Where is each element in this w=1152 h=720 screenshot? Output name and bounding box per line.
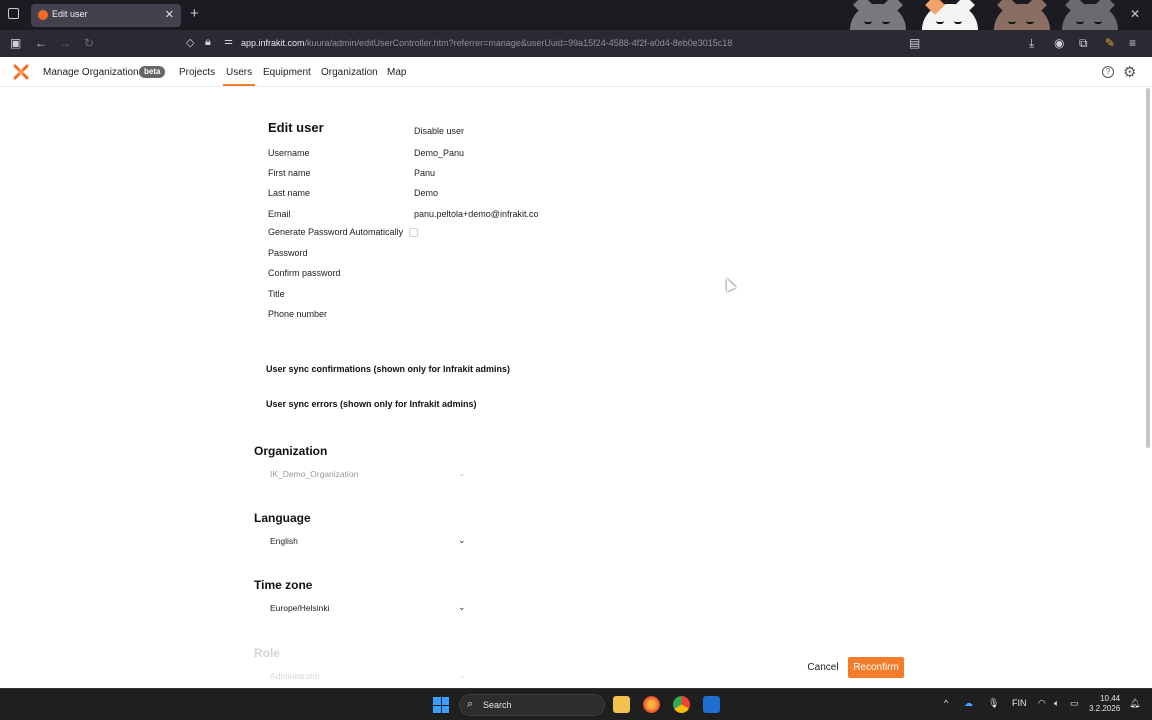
help-icon[interactable]: ?	[1102, 66, 1114, 78]
confirm-password-field[interactable]	[414, 264, 554, 280]
nav-manage-organizations[interactable]: Manage Organizations	[43, 67, 144, 78]
reconfirm-button[interactable]: Reconfirm	[848, 657, 904, 678]
organization-select[interactable]: IK_Demo_Organization ⌄	[266, 466, 470, 482]
page-title: Edit user	[268, 120, 324, 135]
reload-icon[interactable]: ↻	[84, 36, 94, 50]
language-heading: Language	[254, 511, 311, 525]
password-field[interactable]	[414, 244, 554, 260]
first-name-field[interactable]: Panu	[414, 168, 435, 178]
search-label: Search	[483, 700, 512, 710]
tab-title: Edit user	[52, 9, 88, 19]
nav-users[interactable]: Users	[226, 67, 252, 78]
windows-taskbar: ⌕ Search ^ ☁ 🎙︎ FIN ◠ 🔈︎ ▭ 10.44 3.2.202…	[0, 688, 1152, 720]
language-value: English	[270, 536, 298, 546]
language-indicator[interactable]: FIN	[1012, 698, 1027, 708]
tab-list-icon[interactable]	[8, 8, 19, 19]
nav-map[interactable]: Map	[387, 67, 406, 78]
email-field[interactable]: panu.peltola+demo@infrakit.co	[414, 209, 538, 219]
chrome-icon[interactable]	[673, 696, 690, 713]
notification-icon[interactable]: 🔔︎	[1129, 698, 1140, 709]
forward-icon[interactable]: →	[59, 36, 71, 50]
firefox-icon[interactable]	[643, 696, 660, 713]
mouse-cursor-icon	[721, 276, 737, 292]
timezone-heading: Time zone	[254, 578, 313, 592]
timezone-select[interactable]: Europe/Helsinki ⌄	[266, 600, 470, 616]
app-header: Manage Organizations beta Projects Users…	[0, 57, 1152, 87]
chevron-up-icon[interactable]: ^	[944, 698, 948, 708]
username-field[interactable]: Demo_Panu	[414, 148, 464, 158]
sidebar-icon[interactable]: ▣	[10, 36, 21, 50]
url-host: app.infrakit.com	[241, 38, 305, 48]
username-label: Username	[268, 148, 310, 158]
phone-number-field[interactable]	[414, 305, 554, 321]
first-name-label: First name	[268, 168, 311, 178]
last-name-field[interactable]: Demo	[414, 188, 438, 198]
favicon-icon	[38, 10, 48, 20]
password-label: Password	[268, 248, 308, 258]
beta-badge: beta	[139, 66, 166, 78]
microphone-icon[interactable]: 🎙︎	[988, 698, 999, 709]
confirm-password-label: Confirm password	[268, 268, 341, 278]
infrakit-logo-icon[interactable]	[12, 63, 30, 81]
phone-number-label: Phone number	[268, 309, 328, 319]
title-field[interactable]	[414, 285, 554, 301]
timezone-value: Europe/Helsinki	[270, 603, 330, 613]
clock-time: 10.44	[1100, 694, 1121, 703]
windows-start-icon[interactable]	[433, 697, 449, 713]
generate-password-checkbox[interactable]	[409, 228, 418, 237]
active-tab-indicator	[223, 84, 255, 86]
file-explorer-icon[interactable]	[613, 696, 630, 713]
organization-heading: Organization	[254, 444, 328, 458]
lock-icon: 🔒︎	[205, 36, 211, 48]
email-label: Email	[268, 209, 291, 219]
volume-icon[interactable]: 🔈︎	[1054, 698, 1059, 709]
new-tab-icon[interactable]: +	[190, 5, 199, 22]
nav-projects[interactable]: Projects	[179, 67, 215, 78]
taskbar-search[interactable]: ⌕ Search	[459, 694, 605, 716]
window-close-icon[interactable]: ✕	[1130, 7, 1140, 21]
battery-icon[interactable]: ▭	[1070, 698, 1079, 709]
chevron-down-icon: ⌄	[458, 535, 466, 545]
chevron-down-icon: ⌄	[458, 602, 466, 612]
address-bar[interactable]: app.infrakit.com/kuura/admin/editUserCon…	[241, 38, 732, 48]
role-heading: Role	[254, 646, 281, 660]
generate-password-label: Generate Password Automatically	[268, 227, 404, 237]
back-icon[interactable]: ←	[35, 36, 47, 50]
nav-equipment[interactable]: Equipment	[263, 67, 311, 78]
page-scrollbar[interactable]	[1146, 88, 1150, 448]
download-icon[interactable]: ⤓	[1029, 36, 1034, 51]
close-tab-icon[interactable]: ✕	[165, 8, 174, 21]
outlook-icon[interactable]	[703, 696, 720, 713]
menu-icon[interactable]: ≡	[1129, 36, 1136, 50]
clock[interactable]: 10.44 3.2.2026	[1089, 694, 1120, 714]
browser-tab[interactable]: Edit user ✕	[31, 4, 181, 27]
extension-icon[interactable]: ▤	[909, 36, 920, 50]
role-select[interactable]: Administrator ⌄	[266, 668, 470, 682]
clock-date: 3.2.2026	[1089, 704, 1121, 713]
title-label: Title	[268, 289, 285, 299]
organization-value: IK_Demo_Organization	[270, 469, 359, 479]
disable-user-link[interactable]: Disable user	[414, 126, 464, 136]
sync-confirmations-heading[interactable]: User sync confirmations (shown only for …	[266, 364, 510, 374]
role-value: Administrator	[270, 671, 321, 681]
onedrive-icon[interactable]: ☁	[964, 698, 973, 709]
chevron-down-icon: ⌄	[458, 468, 466, 478]
extensions-icon[interactable]: ⧉	[1079, 36, 1088, 51]
gear-icon[interactable]: ⚙	[1123, 63, 1136, 81]
shield-icon[interactable]: ◇	[186, 36, 194, 49]
chevron-down-icon: ⌄	[458, 670, 466, 680]
search-icon: ⌕	[467, 698, 474, 710]
language-select[interactable]: English ⌄	[266, 533, 470, 549]
last-name-label: Last name	[268, 188, 311, 198]
account-icon[interactable]: ◉	[1054, 36, 1064, 50]
wifi-icon[interactable]: ◠	[1038, 698, 1046, 709]
sync-errors-heading[interactable]: User sync errors (shown only for Infraki…	[266, 399, 477, 409]
permissions-icon[interactable]: ⚌	[224, 36, 233, 47]
cancel-button[interactable]: Cancel	[803, 658, 843, 678]
addon-icon[interactable]: ✎	[1105, 36, 1115, 50]
url-path: /kuura/admin/editUserController.htm?refe…	[304, 38, 733, 48]
nav-organization[interactable]: Organization	[321, 67, 378, 78]
browser-nav-bar: ▣ ← → ↻ ◇ 🔒︎ ⚌ app.infrakit.com/kuura/ad…	[0, 30, 1152, 57]
